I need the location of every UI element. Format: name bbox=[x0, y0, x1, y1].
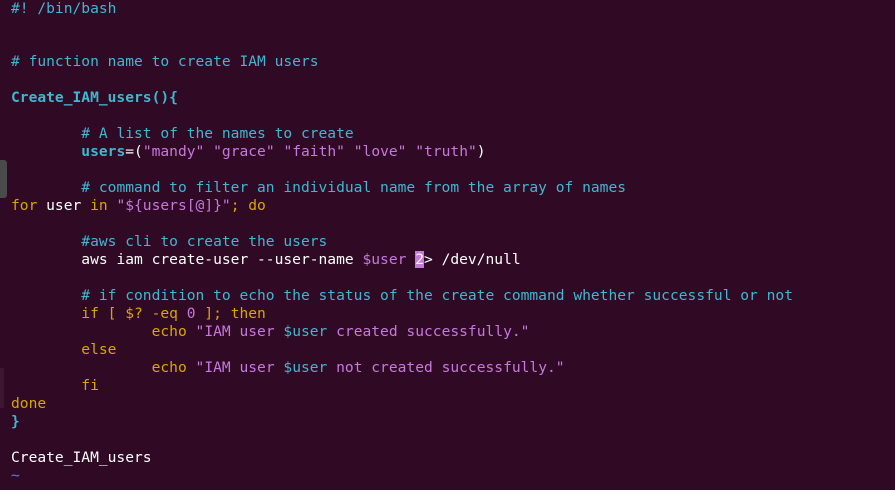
code-line-echo-failure: echo "IAM user $user not created success… bbox=[11, 359, 565, 377]
test-expression: [ $? -eq bbox=[98, 305, 187, 322]
command: aws iam create-user --user-name bbox=[81, 251, 363, 268]
identifier: user bbox=[37, 197, 91, 214]
code-line-close-brace: } bbox=[11, 413, 20, 431]
code-line-empty-marker: ~ bbox=[11, 467, 20, 485]
code-line-function-call: Create_IAM_users bbox=[11, 449, 152, 467]
variable-reference: $user bbox=[283, 359, 328, 376]
string-literal: "truth" bbox=[415, 143, 477, 160]
code-line-echo-success: echo "IAM user $user created successfull… bbox=[11, 323, 530, 341]
code-line-if: if [ $? -eq 0 ]; then bbox=[11, 305, 266, 323]
code-line-comment-4: #aws cli to create the users bbox=[11, 233, 327, 251]
text-cursor[interactable]: 2 bbox=[415, 251, 424, 268]
variable-name: users bbox=[81, 143, 126, 160]
string-literal: "${users[@]}" bbox=[116, 197, 231, 214]
function-declaration: Create_IAM_users(){ bbox=[11, 89, 178, 106]
comment: # function name to create IAM users bbox=[11, 53, 319, 70]
keyword: do bbox=[248, 197, 266, 214]
function-call: Create_IAM_users bbox=[11, 449, 152, 466]
string-literal: "love" bbox=[353, 143, 407, 160]
operator: ; bbox=[230, 197, 249, 214]
code-line-shebang: #! /bin/bash bbox=[11, 0, 116, 18]
code-line-comment-2: # A list of the names to create bbox=[11, 125, 354, 143]
variable-reference: $user bbox=[362, 251, 407, 268]
keyword: echo bbox=[151, 323, 187, 340]
operator: =( bbox=[125, 143, 143, 160]
string-literal: "grace" bbox=[213, 143, 275, 160]
code-line-function-decl: Create_IAM_users(){ bbox=[11, 89, 178, 107]
string-literal: "IAM user bbox=[186, 359, 284, 376]
terminal-editor[interactable]: #! /bin/bash # function name to create I… bbox=[0, 0, 895, 490]
empty-line-marker: ~ bbox=[11, 467, 20, 484]
string-literal: "faith" bbox=[283, 143, 345, 160]
keyword: for bbox=[11, 197, 38, 214]
code-line-for-loop: for user in "${users[@]}"; do bbox=[11, 197, 266, 215]
comment: # if condition to echo the status of the… bbox=[81, 287, 793, 304]
dock-edge bbox=[0, 368, 4, 408]
shebang: #! /bin/bash bbox=[11, 0, 117, 17]
keyword: fi bbox=[81, 377, 99, 394]
string-literal: created successfully." bbox=[327, 323, 530, 340]
keyword: then bbox=[230, 305, 266, 322]
keyword: done bbox=[11, 395, 47, 412]
test-end: ]; bbox=[195, 305, 231, 322]
code-line-done: done bbox=[11, 395, 46, 413]
code-line-else: else bbox=[11, 341, 116, 359]
string-literal: not created successfully." bbox=[327, 359, 565, 376]
redirect: > /dev/null bbox=[424, 251, 521, 268]
closing-brace: } bbox=[11, 413, 20, 430]
comment: # command to filter an individual name f… bbox=[81, 179, 627, 196]
code-line-aws-command: aws iam create-user --user-name $user 2>… bbox=[11, 251, 521, 269]
string-literal: "IAM user bbox=[186, 323, 284, 340]
code-line-comment-5: # if condition to echo the status of the… bbox=[11, 287, 793, 305]
comment: #aws cli to create the users bbox=[81, 233, 328, 250]
code-line-users-array: users=("mandy" "grace" "faith" "love" "t… bbox=[11, 143, 486, 161]
keyword: echo bbox=[151, 359, 187, 376]
comment: # A list of the names to create bbox=[81, 125, 354, 142]
number-literal: 0 bbox=[186, 305, 196, 322]
string-literal: "mandy" bbox=[142, 143, 205, 160]
operator: ) bbox=[476, 143, 486, 160]
variable-reference: $user bbox=[283, 323, 328, 340]
keyword: else bbox=[81, 341, 117, 358]
code-line-comment-3: # command to filter an individual name f… bbox=[11, 179, 626, 197]
code-line-comment-1: # function name to create IAM users bbox=[11, 53, 319, 71]
keyword: if bbox=[81, 305, 99, 322]
dock-handle[interactable] bbox=[0, 160, 7, 198]
keyword: in bbox=[90, 197, 108, 214]
code-line-fi: fi bbox=[11, 377, 99, 395]
